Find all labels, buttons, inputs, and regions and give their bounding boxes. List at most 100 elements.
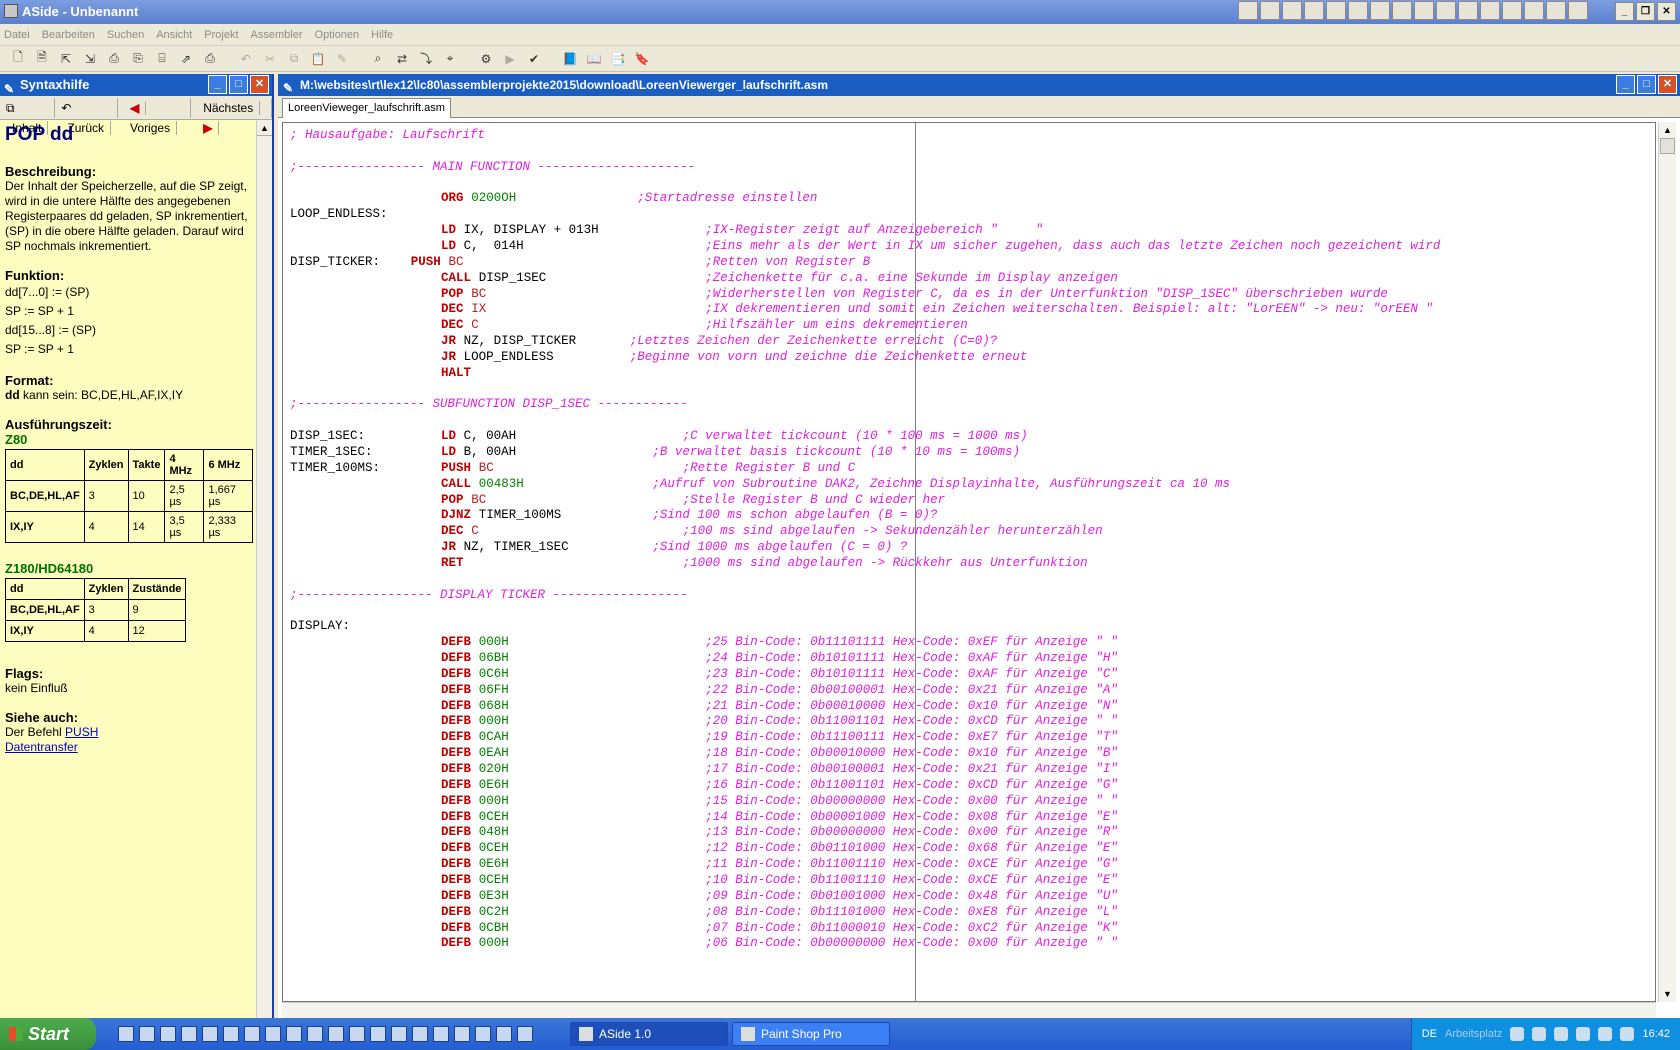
- office-icon[interactable]: [1392, 1, 1412, 20]
- office-icon[interactable]: [1502, 1, 1522, 20]
- quicklaunch-icon[interactable]: [349, 1026, 365, 1042]
- cut-icon[interactable]: ✂: [260, 50, 280, 68]
- check-icon[interactable]: ✔: [524, 50, 544, 68]
- close-button[interactable]: ✕: [1657, 2, 1676, 21]
- new-file-icon[interactable]: 🗋: [8, 50, 28, 68]
- save-icon[interactable]: ⎙: [104, 50, 124, 68]
- quicklaunch-icon[interactable]: [370, 1026, 386, 1042]
- undo-icon[interactable]: ↶: [236, 50, 256, 68]
- quicklaunch-icon[interactable]: [328, 1026, 344, 1042]
- quicklaunch-icon[interactable]: [433, 1026, 449, 1042]
- office-icon[interactable]: [1326, 1, 1346, 20]
- office-icon[interactable]: [1568, 1, 1588, 20]
- help-bookmark-icon[interactable]: 🔖: [632, 50, 652, 68]
- quicklaunch-icon[interactable]: [412, 1026, 428, 1042]
- quicklaunch-icon[interactable]: [265, 1026, 281, 1042]
- export-icon[interactable]: ⇗: [176, 50, 196, 68]
- quicklaunch-icon[interactable]: [496, 1026, 512, 1042]
- restore-button[interactable]: ❐: [1636, 2, 1655, 21]
- assemble-icon[interactable]: ⚙: [476, 50, 496, 68]
- quicklaunch-icon[interactable]: [202, 1026, 218, 1042]
- help-next-button[interactable]: Nächstes ▶: [191, 97, 272, 135]
- office-icon[interactable]: [1238, 1, 1258, 20]
- help-prev-button[interactable]: ◀ Voriges: [118, 97, 192, 135]
- office-icon[interactable]: [1304, 1, 1324, 20]
- scroll-up-icon[interactable]: ▲: [1659, 122, 1676, 138]
- start-button[interactable]: Start: [0, 1018, 96, 1050]
- goto-icon[interactable]: ⌖: [440, 50, 460, 68]
- file-tab[interactable]: LoreenVieweger_laufschrift.asm: [282, 98, 451, 118]
- tray-icon[interactable]: [1576, 1027, 1591, 1041]
- task-paintshop[interactable]: Paint Shop Pro: [732, 1022, 890, 1046]
- print-icon[interactable]: ⎙: [200, 50, 220, 68]
- code-area[interactable]: ; Hausaufgabe: Laufschrift ;-------------…: [282, 122, 1656, 1002]
- replace-icon[interactable]: ⇄: [392, 50, 412, 68]
- menu-hilfe[interactable]: Hilfe: [371, 29, 393, 41]
- vertical-scrollbar[interactable]: ▲ ▼: [1658, 122, 1676, 1002]
- scroll-up-icon[interactable]: ▲: [257, 120, 272, 136]
- help-back-button[interactable]: ↶ Zurück: [55, 97, 119, 135]
- quicklaunch-icon[interactable]: [118, 1026, 134, 1042]
- office-icon[interactable]: [1436, 1, 1456, 20]
- minimize-button[interactable]: _: [1615, 2, 1634, 21]
- office-icon[interactable]: [1348, 1, 1368, 20]
- push-link[interactable]: PUSH: [65, 725, 98, 739]
- editor-minimize-button[interactable]: _: [1616, 75, 1635, 94]
- editor-titlebar[interactable]: ✎ M:\websites\rt\lex12\lc80\assemblerpro…: [278, 74, 1680, 96]
- help-contents-button[interactable]: ⧉ Inhalt: [0, 97, 56, 135]
- help-scrollbar[interactable]: ▲: [256, 120, 272, 1018]
- paste-icon[interactable]: 📋: [308, 50, 328, 68]
- help-book-icon[interactable]: 📘: [560, 50, 580, 68]
- office-icon[interactable]: [1480, 1, 1500, 20]
- quicklaunch-icon[interactable]: [517, 1026, 533, 1042]
- open-project-icon[interactable]: ⇲: [80, 50, 100, 68]
- quicklaunch-icon[interactable]: [139, 1026, 155, 1042]
- office-icon[interactable]: [1370, 1, 1390, 20]
- tray-icon[interactable]: [1554, 1027, 1569, 1041]
- copy-icon[interactable]: ⧉: [284, 50, 304, 68]
- save-all-icon[interactable]: ⎘: [128, 50, 148, 68]
- find-icon[interactable]: ⌕: [368, 50, 388, 68]
- quicklaunch-icon[interactable]: [307, 1026, 323, 1042]
- datentransfer-link[interactable]: Datentransfer: [5, 740, 78, 754]
- quicklaunch-icon[interactable]: [244, 1026, 260, 1042]
- workspace-toolbar[interactable]: Arbeitsplatz: [1445, 1028, 1502, 1040]
- pane-maximize-button[interactable]: □: [229, 75, 248, 94]
- editor-maximize-button[interactable]: □: [1637, 75, 1656, 94]
- office-icon[interactable]: [1524, 1, 1544, 20]
- office-icon[interactable]: [1546, 1, 1566, 20]
- language-indicator[interactable]: DE: [1422, 1028, 1437, 1040]
- task-aside[interactable]: ASide 1.0: [570, 1022, 728, 1046]
- syntax-help-titlebar[interactable]: ✎ Syntaxhilfe _ □ ✕: [0, 74, 272, 96]
- menu-suchen[interactable]: Suchen: [107, 29, 144, 41]
- help-index-icon[interactable]: 📑: [608, 50, 628, 68]
- window-titlebar[interactable]: ASide - Unbenannt _ ❐ ✕: [0, 0, 1680, 24]
- office-icon[interactable]: [1282, 1, 1302, 20]
- tray-icon[interactable]: [1510, 1027, 1525, 1041]
- menu-optionen[interactable]: Optionen: [315, 29, 360, 41]
- editor-close-button[interactable]: ✕: [1658, 75, 1677, 94]
- menu-ansicht[interactable]: Ansicht: [156, 29, 192, 41]
- scroll-thumb[interactable]: [1660, 138, 1675, 154]
- run-icon[interactable]: ▶: [500, 50, 520, 68]
- edit-icon[interactable]: ✎: [332, 50, 352, 68]
- quicklaunch-icon[interactable]: [286, 1026, 302, 1042]
- tray-icon[interactable]: [1532, 1027, 1547, 1041]
- open-icon[interactable]: ⇱: [56, 50, 76, 68]
- menu-bearbeiten[interactable]: Bearbeiten: [42, 29, 95, 41]
- scroll-down-icon[interactable]: ▼: [1659, 986, 1676, 1002]
- quicklaunch-icon[interactable]: [160, 1026, 176, 1042]
- new-project-icon[interactable]: 🗎: [32, 50, 52, 68]
- find-next-icon[interactable]: ⤵: [416, 50, 436, 68]
- quicklaunch-icon[interactable]: [181, 1026, 197, 1042]
- save-as-icon[interactable]: ⌸: [152, 50, 172, 68]
- horizontal-scrollbar[interactable]: [282, 1002, 1656, 1018]
- help-open-icon[interactable]: 📖: [584, 50, 604, 68]
- quicklaunch-icon[interactable]: [223, 1026, 239, 1042]
- office-icon[interactable]: [1260, 1, 1280, 20]
- menu-datei[interactable]: Datei: [4, 29, 30, 41]
- menu-projekt[interactable]: Projekt: [204, 29, 238, 41]
- quicklaunch-icon[interactable]: [475, 1026, 491, 1042]
- pane-minimize-button[interactable]: _: [208, 75, 227, 94]
- office-icon[interactable]: [1458, 1, 1478, 20]
